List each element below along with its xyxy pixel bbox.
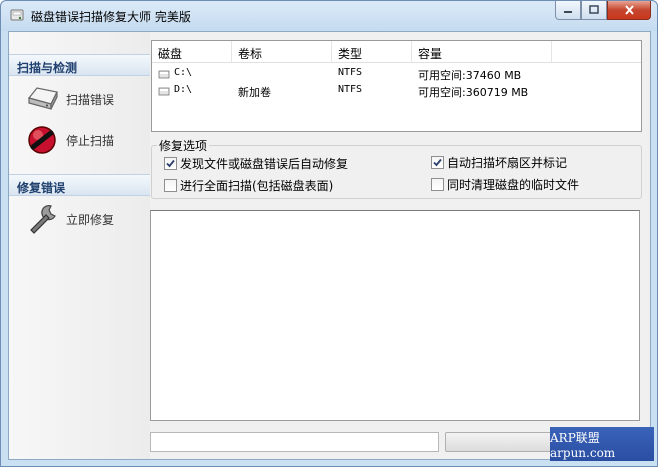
stop-scan-label: 停止扫描 [66, 133, 115, 148]
column-header-label[interactable]: 卷标 [232, 41, 332, 63]
repair-now-button[interactable]: 立即修复 [25, 202, 145, 236]
capacity-cell: 可用空间:360719 MB [418, 86, 529, 99]
drive-row[interactable]: D:\ 新加卷 NTFS 可用空间:360719 MB [152, 83, 641, 100]
window-title: 磁盘错误扫描修复大师 完美版 [31, 10, 191, 24]
checkbox-box[interactable] [431, 156, 444, 169]
drive-row[interactable]: C:\ NTFS 可用空间:37460 MB [152, 66, 641, 83]
stop-icon [28, 126, 56, 154]
scan-errors-button[interactable]: 扫描错误 [25, 82, 145, 116]
close-icon [624, 5, 634, 15]
checkmark-icon [433, 158, 442, 167]
drive-cell: C:\ [174, 67, 193, 78]
checkbox-box[interactable] [164, 157, 177, 170]
clean-temp-checkbox[interactable]: 同时清理磁盘的临时文件 [431, 176, 579, 193]
drive-list-header: 磁盘 卷标 类型 容量 [152, 41, 641, 63]
app-icon [10, 9, 24, 21]
drive-cell: D:\ [174, 84, 193, 95]
stop-scan-button[interactable]: 停止扫描 [25, 123, 145, 157]
column-header-capacity[interactable]: 容量 [412, 41, 552, 63]
type-cell: NTFS [338, 67, 363, 78]
column-header-type[interactable]: 类型 [332, 41, 412, 63]
repair-section-header: 修复错误 [9, 174, 150, 196]
clean-temp-label: 同时清理磁盘的临时文件 [447, 178, 580, 192]
log-output[interactable] [150, 210, 640, 421]
close-button[interactable] [607, 1, 651, 20]
minimize-button[interactable] [555, 1, 581, 20]
checkbox-box[interactable] [431, 178, 444, 191]
client-area: 扫描与检测 扫描错误 停止扫描 修复错误 立即修复 磁盘 卷标 类型 容量 C:… [8, 31, 651, 460]
column-header-drive[interactable]: 磁盘 [152, 41, 232, 63]
drive-icon [158, 87, 170, 96]
maximize-button[interactable] [581, 1, 607, 20]
minimize-icon [564, 11, 572, 13]
scan-section-header: 扫描与检测 [9, 54, 150, 76]
checkbox-box[interactable] [164, 179, 177, 192]
sidebar: 扫描与检测 扫描错误 停止扫描 修复错误 立即修复 [9, 32, 150, 459]
volume-label-cell: 新加卷 [238, 86, 271, 99]
app-window: 磁盘错误扫描修复大师 完美版 扫描与检测 扫描错误 停止扫描 修复错误 立即修复… [0, 0, 658, 467]
wrench-icon [30, 205, 56, 234]
status-text-field [150, 432, 439, 452]
watermark: ARP联盟 arpun.com [550, 427, 654, 461]
maximize-icon [589, 5, 599, 14]
drive-list[interactable]: 磁盘 卷标 类型 容量 C:\ NTFS 可用空间:37460 MB D:\ 新… [151, 40, 642, 132]
hard-disk-icon [27, 87, 58, 110]
bad-sector-checkbox[interactable]: 自动扫描坏扇区并标记 [431, 154, 567, 171]
auto-repair-checkbox[interactable]: 发现文件或磁盘错误后自动修复 [164, 155, 348, 172]
scan-errors-label: 扫描错误 [66, 92, 115, 107]
full-scan-label: 进行全面扫描(包括磁盘表面) [180, 179, 334, 193]
checkmark-icon [166, 159, 175, 168]
capacity-cell: 可用空间:37460 MB [418, 69, 522, 82]
repair-now-label: 立即修复 [66, 212, 115, 227]
caption-buttons [555, 1, 651, 21]
bad-sector-label: 自动扫描坏扇区并标记 [447, 156, 568, 170]
repair-options-title: 修复选项 [157, 137, 210, 154]
full-scan-checkbox[interactable]: 进行全面扫描(包括磁盘表面) [164, 177, 333, 194]
auto-repair-label: 发现文件或磁盘错误后自动修复 [180, 157, 349, 171]
type-cell: NTFS [338, 84, 363, 95]
title-bar: 磁盘错误扫描修复大师 完美版 [1, 1, 657, 31]
drive-icon [158, 70, 170, 79]
